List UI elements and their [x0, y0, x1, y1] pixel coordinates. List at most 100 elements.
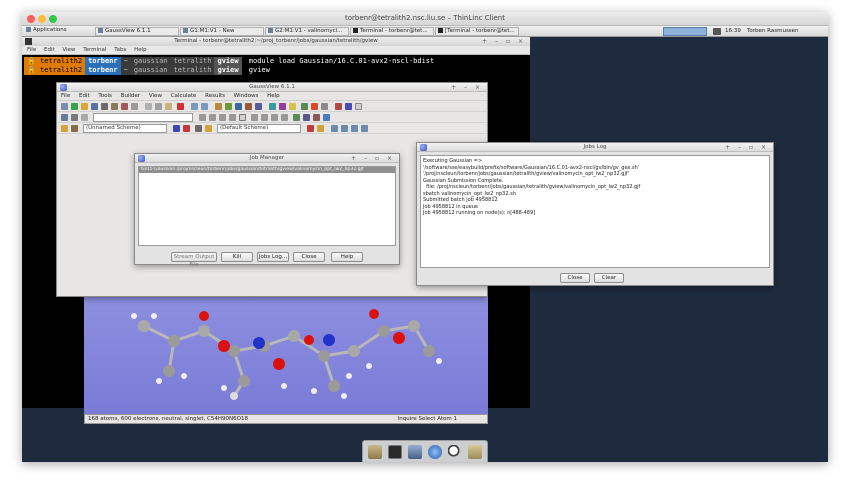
- paste-icon[interactable]: [165, 103, 172, 110]
- task-g1[interactable]: G1:M1:V1 - New: [180, 27, 264, 36]
- help-button[interactable]: Help: [331, 252, 363, 262]
- add-valence-icon[interactable]: [311, 103, 318, 110]
- highlight-icon[interactable]: [307, 125, 314, 132]
- link-icon[interactable]: [331, 125, 338, 132]
- preview-icon[interactable]: [131, 103, 138, 110]
- save-icon[interactable]: [91, 103, 98, 110]
- task-gaussview[interactable]: GaussView 6.1.1: [95, 27, 179, 36]
- new-icon[interactable]: [61, 103, 68, 110]
- build-icon[interactable]: [215, 103, 222, 110]
- menu-tools[interactable]: Tools: [98, 93, 112, 99]
- zoom-icon[interactable]: [261, 114, 268, 121]
- cursor-icon[interactable]: [239, 114, 246, 121]
- window-controls[interactable]: + – ×: [451, 83, 483, 92]
- menu-calculate[interactable]: Calculate: [171, 93, 197, 99]
- angle-icon[interactable]: [279, 103, 286, 110]
- menu-results[interactable]: Results: [205, 93, 225, 99]
- forward-icon[interactable]: [361, 125, 368, 132]
- cut-icon[interactable]: [145, 103, 152, 110]
- label-icon[interactable]: [195, 125, 202, 132]
- table-icon[interactable]: [341, 125, 348, 132]
- right-icon[interactable]: [219, 114, 226, 121]
- search-icon[interactable]: [448, 445, 462, 459]
- dihedral-icon[interactable]: [289, 103, 296, 110]
- user-name[interactable]: Torben Rasmussen: [747, 27, 827, 36]
- undo-icon[interactable]: [191, 103, 198, 110]
- menu-help[interactable]: Help: [134, 47, 147, 53]
- job-row[interactable]: 6315 Gaussian /proj/nscleun/torbenr/jobs…: [139, 167, 395, 173]
- biological-icon[interactable]: [245, 103, 252, 110]
- print-icon[interactable]: [101, 103, 108, 110]
- movie-icon[interactable]: [121, 103, 128, 110]
- image-icon[interactable]: [111, 103, 118, 110]
- add-icon[interactable]: [71, 103, 78, 110]
- up-icon[interactable]: [229, 114, 236, 121]
- color-icon[interactable]: [61, 125, 68, 132]
- window-controls[interactable]: + – ▫ ×: [351, 154, 395, 163]
- clear-button[interactable]: Clear: [594, 273, 624, 283]
- menu-view[interactable]: View: [62, 47, 75, 53]
- applications-menu[interactable]: Applications: [24, 27, 70, 36]
- molecule-viewport[interactable]: [84, 296, 488, 414]
- task-terminal-2[interactable]: [Terminal - torbenr@tet...: [435, 27, 519, 36]
- scheme-combo-right[interactable]: (Default Scheme): [217, 124, 301, 133]
- menu-file[interactable]: File: [61, 93, 70, 99]
- menu-view[interactable]: View: [149, 93, 162, 99]
- display-icon[interactable]: [183, 125, 190, 132]
- scheme-icon[interactable]: [173, 125, 180, 132]
- grid-icon[interactable]: [71, 114, 78, 121]
- browser-icon[interactable]: [428, 445, 442, 459]
- redo-icon[interactable]: [201, 103, 208, 110]
- translate-icon[interactable]: [251, 114, 258, 121]
- delete-icon[interactable]: [177, 103, 184, 110]
- tile-icon[interactable]: [293, 114, 300, 121]
- window-controls[interactable]: + – ▫ ×: [482, 37, 526, 46]
- copy-icon[interactable]: [155, 103, 162, 110]
- mirror-icon[interactable]: [355, 103, 362, 110]
- menu-terminal[interactable]: Terminal: [83, 47, 106, 53]
- menu-tabs[interactable]: Tabs: [114, 47, 126, 53]
- inquire-icon[interactable]: [301, 103, 308, 110]
- terminal-icon[interactable]: [388, 445, 402, 459]
- custom-fragment-icon[interactable]: [255, 103, 262, 110]
- symmetrize-icon[interactable]: [335, 103, 342, 110]
- window-controls[interactable]: + – ▫ ×: [725, 143, 769, 152]
- workspace-switcher[interactable]: [663, 27, 707, 36]
- view-combo[interactable]: [93, 113, 193, 122]
- fit-icon[interactable]: [281, 114, 288, 121]
- kill-button[interactable]: Kill: [221, 252, 253, 262]
- scheme-combo-left[interactable]: (Unnamed Scheme): [83, 124, 167, 133]
- folder-icon[interactable]: [468, 445, 482, 459]
- menu-builder[interactable]: Builder: [121, 93, 140, 99]
- monitor-icon[interactable]: [408, 445, 422, 459]
- warning-icon[interactable]: [205, 125, 212, 132]
- surface-icon[interactable]: [317, 125, 324, 132]
- task-g2[interactable]: G2:M1:V1 - valinomyci...: [265, 27, 349, 36]
- rgroup-icon[interactable]: [235, 103, 242, 110]
- job-list[interactable]: 6315 Gaussian /proj/nscleun/torbenr/jobs…: [138, 166, 396, 246]
- close-button[interactable]: Close: [293, 252, 325, 262]
- view-icon[interactable]: [61, 114, 68, 121]
- menu-help[interactable]: Help: [267, 93, 280, 99]
- back-icon[interactable]: [351, 125, 358, 132]
- delete-atom-icon[interactable]: [321, 103, 328, 110]
- stream-output-button[interactable]: Stream Output File: [171, 252, 217, 268]
- select-icon[interactable]: [271, 114, 278, 121]
- close-button[interactable]: Close: [560, 273, 590, 283]
- task-terminal-1[interactable]: Terminal - torbenr@tet...: [350, 27, 434, 36]
- rotate-icon[interactable]: [81, 114, 88, 121]
- menu-windows[interactable]: Windows: [234, 93, 259, 99]
- file-manager-icon[interactable]: [368, 445, 382, 459]
- bond-icon[interactable]: [269, 103, 276, 110]
- open-icon[interactable]: [81, 103, 88, 110]
- log-text-area[interactable]: Executing Gaussian => '/software/sse/eas…: [420, 155, 770, 268]
- ring-icon[interactable]: [225, 103, 232, 110]
- align-icon[interactable]: [199, 114, 206, 121]
- cascade-icon[interactable]: [303, 114, 310, 121]
- menu-edit[interactable]: Edit: [79, 93, 90, 99]
- paint-icon[interactable]: [71, 125, 78, 132]
- clean-icon[interactable]: [345, 103, 352, 110]
- window-icon[interactable]: [323, 114, 330, 121]
- terminal-body[interactable]: 🔒 tetralith2 torbenr ~ gaussian tetralith gvi…: [22, 55, 530, 75]
- left-icon[interactable]: [209, 114, 216, 121]
